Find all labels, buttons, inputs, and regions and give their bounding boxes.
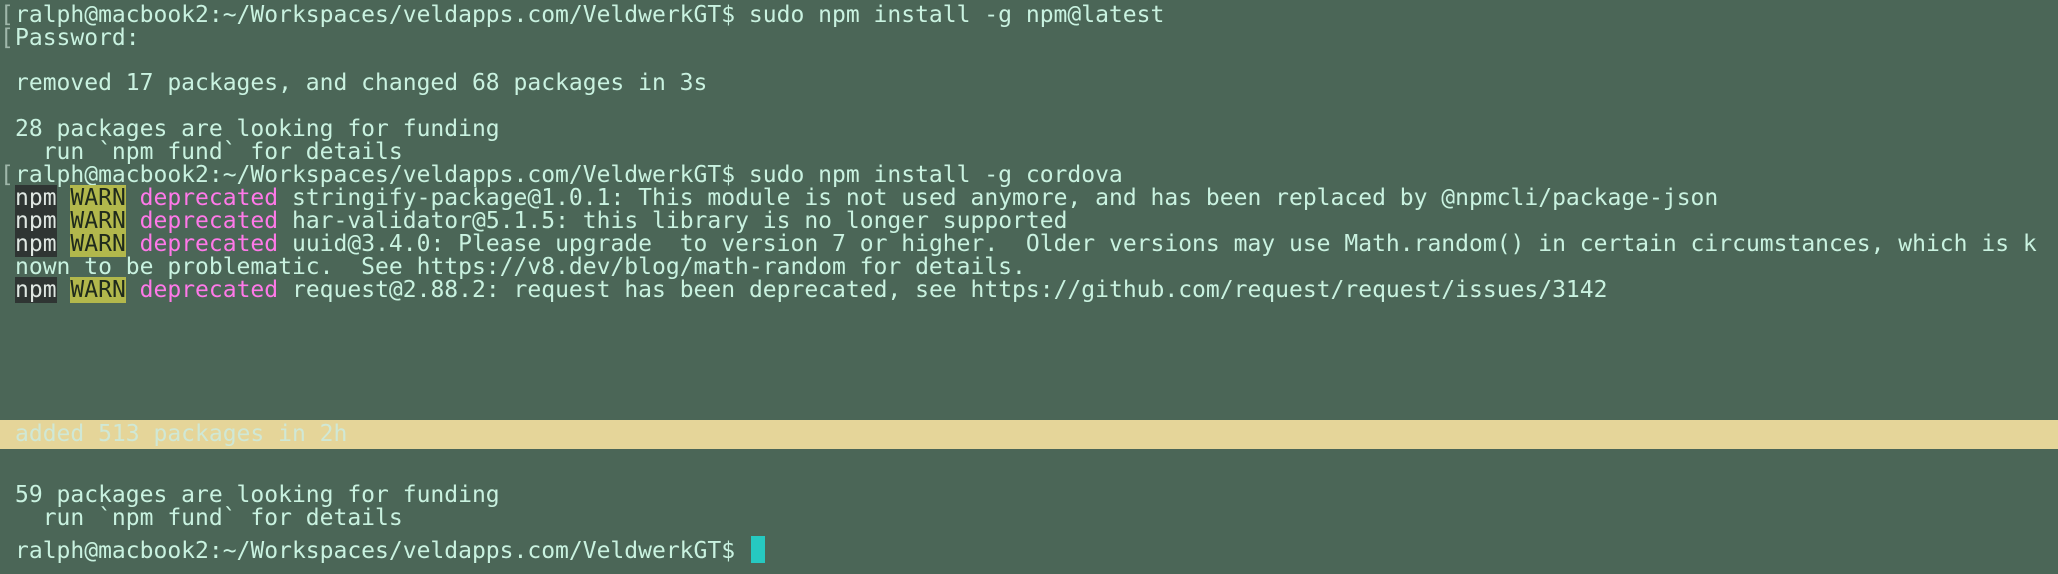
output-text: added 513 packages in 2h	[15, 421, 348, 447]
npm-tag: npm	[15, 277, 57, 303]
output-line-fund-details-2: run `npm fund` for details	[0, 503, 2058, 533]
password-text: Password:	[15, 25, 140, 51]
selected-output-line[interactable]: added 513 packages in 2h	[0, 420, 2058, 449]
prompt-text: ralph@macbook2:~/Workspaces/veldapps.com…	[15, 538, 749, 564]
deprecated-label: deprecated	[139, 277, 279, 303]
output-text: run `npm fund` for details	[15, 505, 403, 531]
text-cursor	[750, 536, 765, 563]
warn-badge: WARN	[70, 277, 126, 303]
output-text: removed 17 packages, and changed 68 pack…	[15, 70, 708, 96]
warn-message: request@2.88.2: request has been depreca…	[278, 277, 1608, 303]
output-line-removed: removed 17 packages, and changed 68 pack…	[0, 68, 2058, 98]
warn-line-4: npm WARN deprecated request@2.88.2: requ…	[0, 275, 2058, 305]
prompt-marker: [	[0, 25, 14, 51]
password-prompt: [Password:	[0, 23, 2058, 53]
current-prompt-line[interactable]: ralph@macbook2:~/Workspaces/veldapps.com…	[0, 536, 2058, 566]
terminal-window[interactable]: [ ralph@macbook2:~/Workspaces/veldapps.co…	[0, 0, 2058, 574]
